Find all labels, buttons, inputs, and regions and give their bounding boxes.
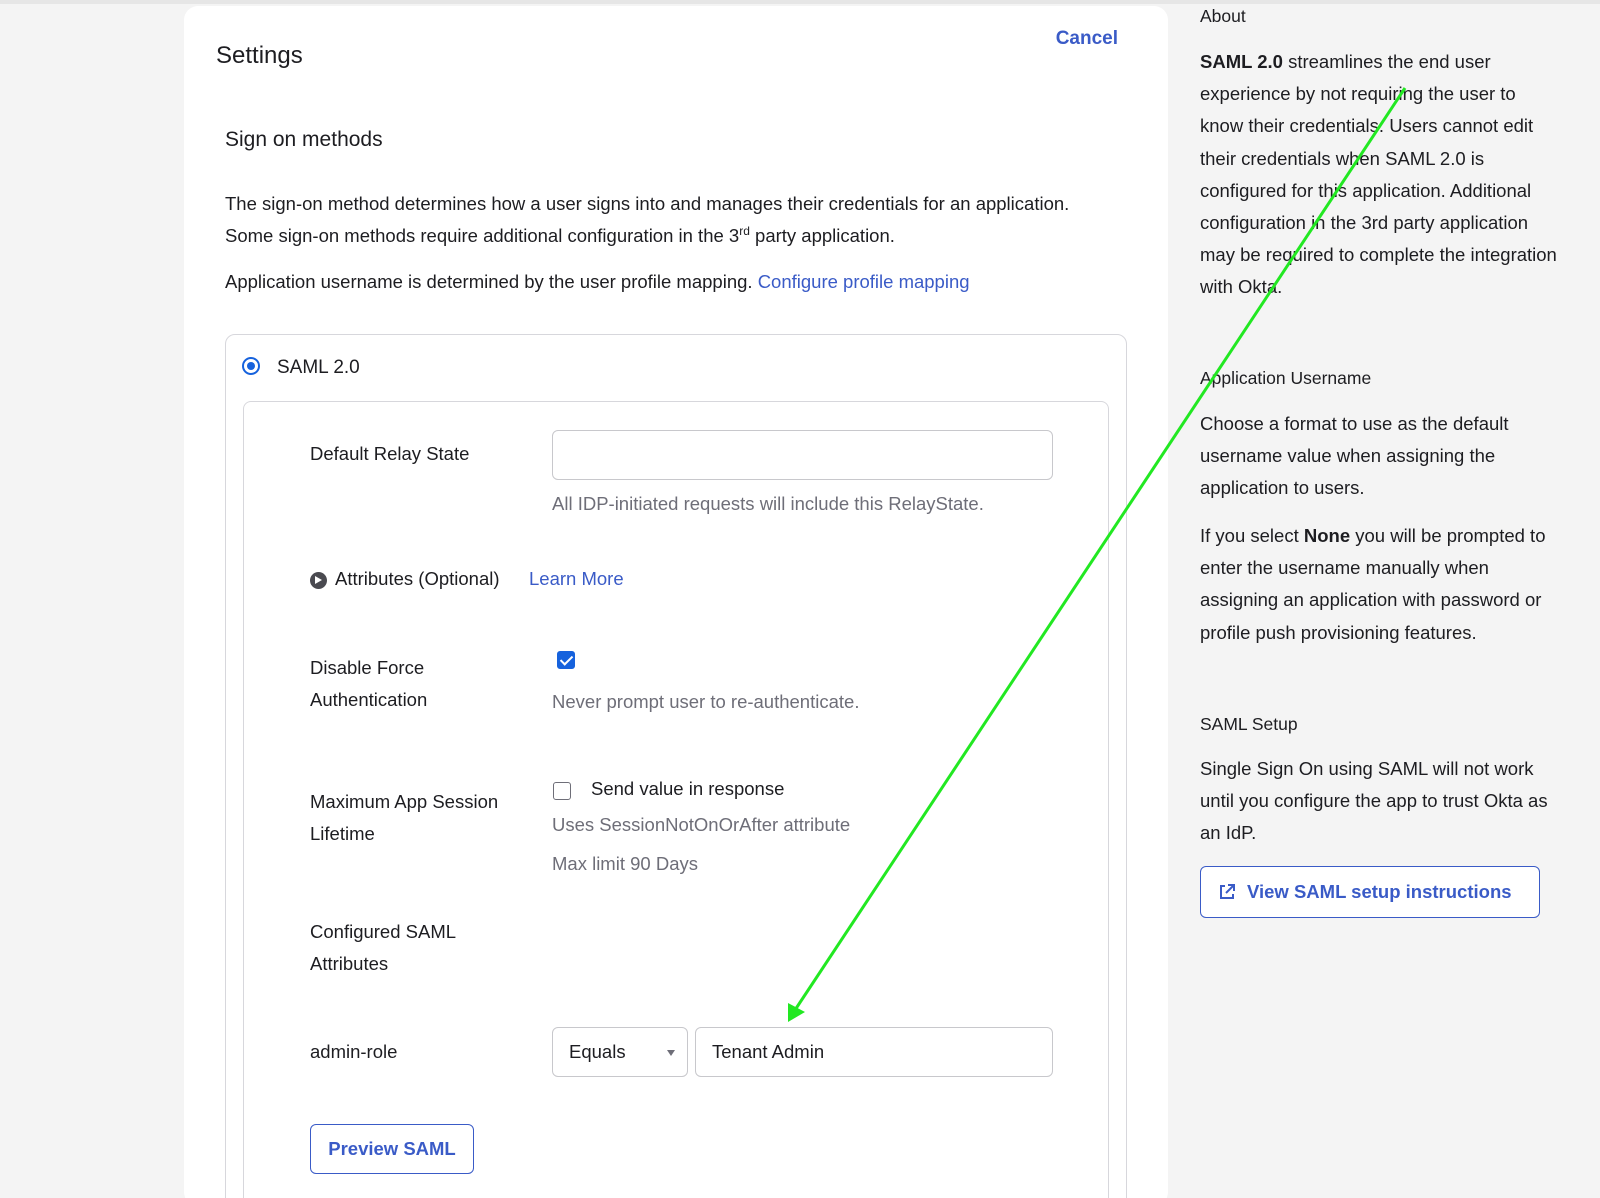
configured-attributes-label-line2: Attributes (310, 953, 389, 974)
force-auth-checkbox[interactable] (557, 651, 575, 669)
session-help-limit: Max limit 90 Days (552, 853, 698, 874)
saml-option-box: SAML 2.0 Default Relay State All IDP-ini… (225, 334, 1127, 1198)
relay-state-label: Default Relay State (310, 443, 470, 464)
sign-on-description: The sign-on method determines how a user… (225, 188, 1105, 252)
username-mapping-text: Application username is determined by th… (225, 271, 758, 292)
description-text-1: The sign-on method determines how a user… (225, 193, 1070, 246)
dropdown-arrow-icon (667, 1050, 675, 1056)
chevron-right-icon[interactable] (310, 572, 327, 589)
view-saml-instructions-button[interactable]: View SAML setup instructions (1200, 866, 1540, 918)
send-value-checkbox[interactable] (553, 782, 571, 800)
settings-panel: Settings Cancel Sign on methods The sign… (184, 6, 1168, 1198)
configured-attributes-label-line1: Configured SAML (310, 921, 457, 942)
force-auth-label-line2: Authentication (310, 689, 428, 710)
operator-select[interactable]: Equals (552, 1027, 688, 1077)
page-title: Settings (216, 42, 303, 69)
saml-setup-text: Single Sign On using SAML will not work … (1200, 758, 1548, 844)
view-saml-instructions-label: View SAML setup instructions (1247, 881, 1512, 902)
description-text-2: party application. (749, 225, 895, 246)
force-auth-label-line1: Disable Force (310, 657, 425, 678)
section-title: Sign on methods (225, 128, 383, 151)
about-body: streamlines the end user experience by n… (1200, 51, 1557, 298)
about-title: About (1200, 6, 1246, 26)
description-superscript: rd (739, 223, 750, 238)
about-bold: SAML 2.0 (1200, 51, 1283, 72)
saml-setup-title: SAML Setup (1200, 714, 1298, 734)
saml-radio[interactable] (242, 357, 260, 375)
top-border (0, 0, 1600, 4)
saml-settings-box: Default Relay State All IDP-initiated re… (243, 401, 1109, 1198)
operator-value: Equals (569, 1041, 626, 1062)
force-auth-help: Never prompt user to re-authenticate. (552, 691, 860, 712)
app-username-title: Application Username (1200, 368, 1372, 388)
app-username-text: Choose a format to use as the default us… (1200, 413, 1509, 499)
attribute-name: admin-role (310, 1041, 398, 1062)
session-help-attribute: Uses SessionNotOnOrAfter attribute (552, 814, 851, 835)
attribute-value-input[interactable] (695, 1027, 1053, 1077)
none-bold: None (1303, 525, 1351, 546)
cancel-button[interactable]: Cancel (1056, 28, 1118, 50)
send-value-label: Send value in response (591, 778, 785, 799)
username-mapping-line: Application username is determined by th… (225, 271, 970, 293)
learn-more-link[interactable]: Learn More (529, 568, 624, 590)
none-option-text: If you select None you will be prompted … (1200, 520, 1560, 649)
none-pre: If you select (1200, 525, 1304, 546)
session-label-line2: Lifetime (310, 823, 375, 844)
external-link-icon (1220, 884, 1235, 899)
relay-state-input[interactable] (552, 430, 1053, 480)
saml-radio-label: SAML 2.0 (277, 357, 360, 378)
relay-state-help: All IDP-initiated requests will include … (552, 493, 984, 514)
about-text: SAML 2.0 streamlines the end user experi… (1200, 46, 1560, 304)
preview-saml-button[interactable]: Preview SAML (310, 1124, 474, 1174)
session-label-line1: Maximum App Session (310, 791, 499, 812)
configure-profile-mapping-link[interactable]: Configure profile mapping (758, 271, 970, 292)
attributes-toggle[interactable]: Attributes (Optional) (335, 568, 500, 590)
